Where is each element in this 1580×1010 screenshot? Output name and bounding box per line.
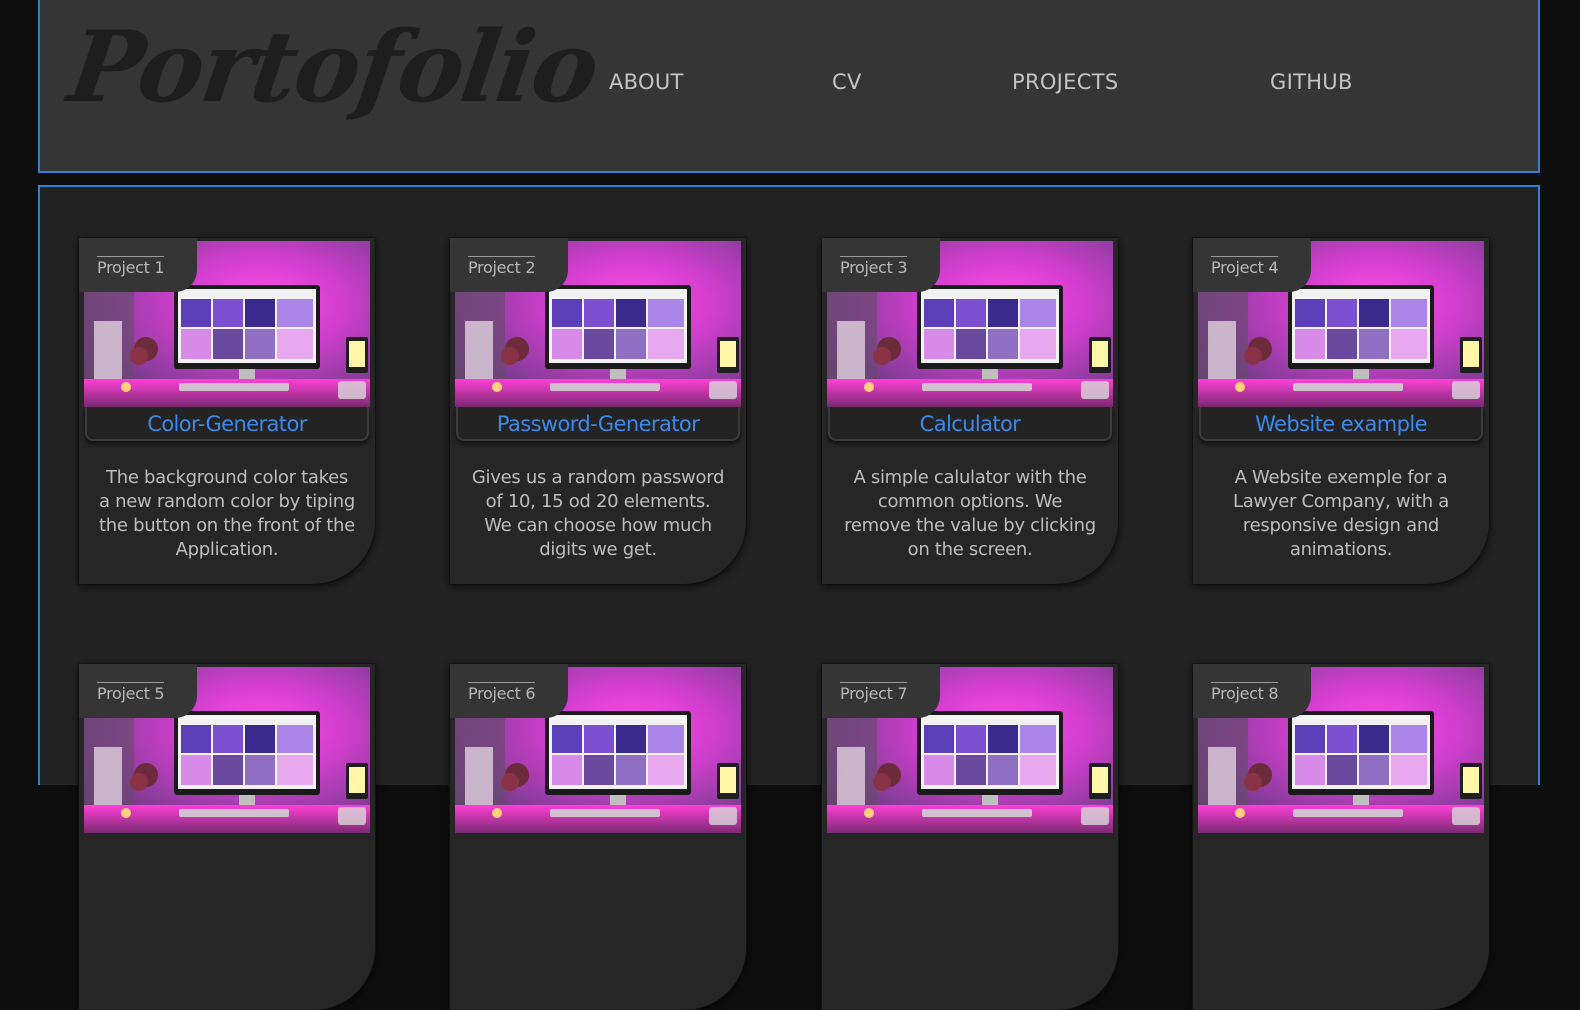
projects-section: Project 1 Color-Generator The background… [38, 185, 1540, 1010]
project-description: A simple calulator with the common optio… [844, 467, 1096, 560]
project-card: Project 8 [1193, 664, 1489, 1010]
project-tag: Project 1 [79, 238, 197, 292]
nav-cv-link[interactable]: CV [832, 70, 862, 94]
nav-about-link[interactable]: ABOUT [609, 70, 684, 94]
project-card: Project 7 [822, 664, 1118, 1010]
project-title[interactable]: Password-Generator [456, 407, 740, 441]
project-tag: Project 6 [450, 664, 568, 718]
project-tag: Project 4 [1193, 238, 1311, 292]
nav-projects-link[interactable]: PROJECTS [1012, 70, 1118, 94]
project-tag-label: Project 1 [97, 256, 165, 277]
project-card: Project 1 Color-Generator The background… [79, 238, 375, 584]
project-tag: Project 3 [822, 238, 940, 292]
project-tag-label: Project 8 [1211, 682, 1279, 703]
project-title[interactable]: Color-Generator [85, 407, 369, 441]
project-tag-label: Project 2 [468, 256, 536, 277]
project-description: Gives us a random password of 10, 15 od … [471, 467, 725, 560]
project-tag-label: Project 5 [97, 682, 165, 703]
project-tag: Project 5 [79, 664, 197, 718]
project-tag-label: Project 3 [840, 256, 908, 277]
project-card: Project 4 Website example A Website exem… [1193, 238, 1489, 584]
project-tag-label: Project 4 [1211, 256, 1279, 277]
project-title[interactable]: Calculator [828, 407, 1112, 441]
project-description: A Website exemple for a Lawyer Company, … [1232, 467, 1450, 560]
project-tag: Project 8 [1193, 664, 1311, 718]
project-card: Project 3 Calculator A simple calulator … [822, 238, 1118, 584]
project-tag-label: Project 7 [840, 682, 908, 703]
project-tag: Project 7 [822, 664, 940, 718]
project-card: Project 5 [79, 664, 375, 1010]
project-title[interactable]: Website example [1199, 407, 1483, 441]
project-description: The background color takes a new random … [99, 467, 355, 560]
site-header: Portofolio ABOUT CV PROJECTS GITHUB [38, 0, 1540, 173]
project-card: Project 2 Password-Generator Gives us a … [450, 238, 746, 584]
nav-github-link[interactable]: GITHUB [1270, 70, 1353, 94]
project-card: Project 6 [450, 664, 746, 1010]
main-nav: ABOUT CV PROJECTS GITHUB [40, 70, 1538, 110]
project-tag: Project 2 [450, 238, 568, 292]
project-tag-label: Project 6 [468, 682, 536, 703]
